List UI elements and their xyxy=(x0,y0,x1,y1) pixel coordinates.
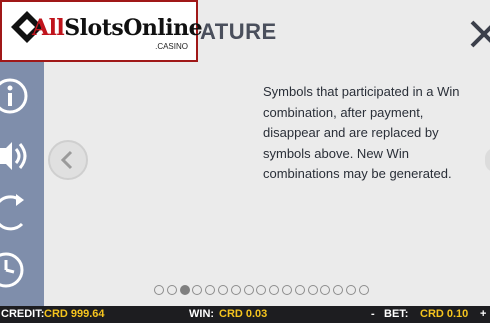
win-label: WIN: xyxy=(189,308,215,320)
win-value: CRD 0.03 xyxy=(219,308,268,320)
page-dot[interactable] xyxy=(256,285,267,295)
autoplay-button[interactable] xyxy=(0,192,34,236)
bet-label: BET: xyxy=(384,308,409,320)
casino-logo: AllSlotsOnline .CASINO xyxy=(0,0,203,62)
page-dot[interactable] xyxy=(243,285,254,295)
previous-page-button[interactable] xyxy=(48,140,88,180)
refresh-icon xyxy=(0,194,24,231)
logo-subtext: .CASINO xyxy=(155,42,188,51)
info-button[interactable] xyxy=(0,74,34,118)
bet-increase-button[interactable]: + xyxy=(480,308,486,320)
page-dot[interactable] xyxy=(320,285,331,295)
status-bar: CREDIT: CRD 999.64 WIN: CRD 0.03 - BET: … xyxy=(0,306,490,323)
bet-decrease-button[interactable]: - xyxy=(371,308,375,320)
bet-value: CRD 0.10 xyxy=(420,308,469,320)
page-dot[interactable] xyxy=(294,285,305,295)
page-dot[interactable] xyxy=(307,285,318,295)
credit-label: CREDIT: xyxy=(1,308,45,320)
next-page-button[interactable] xyxy=(485,148,490,172)
page-indicator xyxy=(154,285,369,299)
info-icon xyxy=(0,78,28,114)
page-dot[interactable] xyxy=(333,285,344,295)
history-icon xyxy=(0,252,24,288)
page-dot[interactable] xyxy=(179,285,190,295)
close-icon[interactable] xyxy=(470,14,490,54)
sound-icon xyxy=(0,142,27,170)
page-dot[interactable] xyxy=(230,285,241,295)
help-panel: AllSlotsOnline .CASINO ATURE Symbols tha… xyxy=(0,0,490,306)
page-dot[interactable] xyxy=(205,285,216,295)
page-dot[interactable] xyxy=(217,285,228,295)
page-dot[interactable] xyxy=(192,285,203,295)
page-dot[interactable] xyxy=(154,285,164,295)
page-dot[interactable] xyxy=(345,285,356,295)
page-dot[interactable] xyxy=(166,285,177,295)
page-title: ATURE xyxy=(200,19,277,44)
history-button[interactable] xyxy=(0,248,34,292)
active-pointer xyxy=(32,86,42,110)
page-dot[interactable] xyxy=(269,285,280,295)
credit-value: CRD 999.64 xyxy=(44,308,105,320)
chevron-left-icon xyxy=(60,150,73,170)
feature-description: Symbols that participated in a Win combi… xyxy=(263,84,460,181)
page-dot[interactable] xyxy=(358,285,369,295)
sound-button[interactable] xyxy=(0,134,34,178)
page-dot[interactable] xyxy=(281,285,292,295)
logo-text: AllSlotsOnline xyxy=(32,15,203,41)
